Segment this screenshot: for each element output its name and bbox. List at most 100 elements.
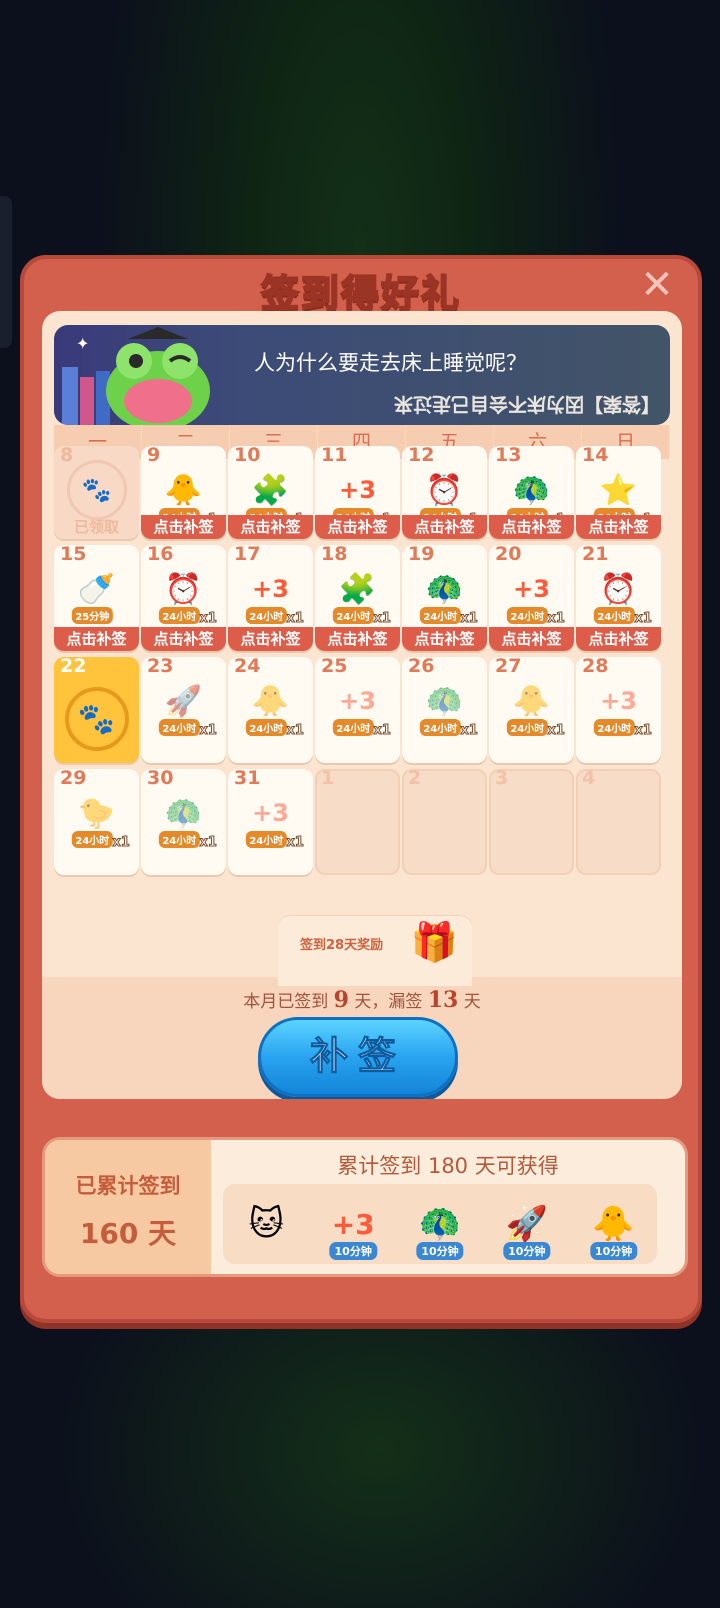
side-tab[interactable] bbox=[0, 196, 12, 348]
day-number: 11 bbox=[321, 446, 348, 466]
day-number: 14 bbox=[582, 446, 609, 466]
missed-count: 13 bbox=[427, 987, 459, 1013]
checkin-content: ✦ 人为什么要走去床上睡觉呢？ 【答案】因为床不会自己走过来 一二三四五六日 8… bbox=[42, 311, 682, 1099]
riddle-question: 人为什么要走去床上睡觉呢？ bbox=[254, 351, 527, 375]
checkin-dialog: 签到得好礼 ✕ ✦ 人为什么要走去床上睡觉呢？ 【答案】因为床不会自己走过来 一… bbox=[20, 255, 702, 1323]
day-number: 18 bbox=[321, 545, 348, 565]
day-cell-19[interactable]: 19 🦚 24小时 x1 点击补签 bbox=[402, 545, 487, 651]
day-cell-21[interactable]: 21 ⏰ 24小时 x1 点击补签 bbox=[576, 545, 661, 651]
duration-tag: 24小时 bbox=[332, 719, 375, 736]
duration-tag: 10分钟 bbox=[329, 1242, 377, 1260]
cumulative-reward-item: 🦚 10分钟 bbox=[405, 1188, 475, 1260]
makeup-day-button[interactable]: 点击补签 bbox=[402, 515, 487, 539]
day-number: 21 bbox=[582, 545, 609, 565]
cumulative-reward-item: +3 10分钟 bbox=[318, 1188, 388, 1260]
quantity-label: x1 bbox=[547, 723, 565, 739]
day-number: 28 bbox=[582, 657, 609, 677]
quantity-label: x1 bbox=[286, 723, 304, 739]
makeup-day-button[interactable]: 点击补签 bbox=[576, 627, 661, 651]
makeup-checkin-button[interactable]: 补签 bbox=[258, 1017, 458, 1097]
quantity-label: x1 bbox=[634, 723, 652, 739]
day-cell-10[interactable]: 10🧩24小时x1点击补签 bbox=[228, 446, 313, 539]
cumulative-reward-item: 🐱 bbox=[231, 1188, 301, 1260]
duration-tag: 10分钟 bbox=[503, 1242, 551, 1260]
duration-tag: 24小时 bbox=[506, 607, 549, 624]
cumulative-title: 累计签到 180 天可获得 bbox=[337, 1154, 559, 1178]
day-cell-31: 31 +3 24小时 x1 bbox=[228, 769, 313, 875]
day-cell-11[interactable]: 11+324小时x1点击补签 bbox=[315, 446, 400, 539]
makeup-day-button[interactable]: 点击补签 bbox=[489, 627, 574, 651]
duration-tag: 24小时 bbox=[245, 719, 288, 736]
day-number: 1 bbox=[321, 769, 335, 789]
claimed-label: 已领取 bbox=[73, 518, 119, 536]
cumulative-reward-list: 🐱 +3 10分钟 🦚 10分钟 🚀 10分钟 🐥 10分钟 bbox=[223, 1184, 657, 1264]
makeup-day-button[interactable]: 点击补签 bbox=[228, 627, 313, 651]
paw-stamp-icon: 🐾 bbox=[66, 460, 127, 520]
makeup-day-button[interactable]: 点击补签 bbox=[141, 627, 226, 651]
bonus-28-day-card[interactable]: 签到28天奖励 🎁 bbox=[278, 916, 472, 986]
day-cell-16[interactable]: 16 ⏰ 24小时 x1 点击补签 bbox=[141, 545, 226, 651]
quantity-label: x1 bbox=[460, 611, 478, 627]
makeup-day-button[interactable]: 点击补签 bbox=[54, 627, 139, 651]
day-number: 30 bbox=[147, 769, 174, 789]
day-number: 12 bbox=[408, 446, 435, 466]
quantity-label: x1 bbox=[199, 611, 217, 627]
dialog-title: 签到得好礼 bbox=[260, 270, 461, 317]
day-cell-25: 25 +3 24小时 x1 bbox=[315, 657, 400, 763]
makeup-day-button[interactable]: 点击补签 bbox=[228, 515, 313, 539]
makeup-day-button[interactable]: 点击补签 bbox=[315, 627, 400, 651]
day-number: 13 bbox=[495, 446, 522, 466]
day-number: 31 bbox=[234, 769, 261, 789]
day-number: 29 bbox=[60, 769, 87, 789]
day-number: 10 bbox=[234, 446, 261, 466]
duration-tag: 24小时 bbox=[419, 607, 462, 624]
gift-icon: 🎁 bbox=[410, 920, 458, 964]
duration-tag: 24小时 bbox=[419, 719, 462, 736]
day-cell-23: 23 🚀 24小时 x1 bbox=[141, 657, 226, 763]
duration-tag: 10分钟 bbox=[589, 1242, 638, 1260]
duration-tag: 24小时 bbox=[71, 831, 114, 848]
day-number: 24 bbox=[234, 657, 261, 677]
day-number: 20 bbox=[495, 545, 522, 565]
duration-tag: 24小时 bbox=[332, 607, 375, 624]
quantity-label: x1 bbox=[547, 611, 565, 627]
riddle-answer: 【答案】因为床不会自己走过来 bbox=[393, 393, 660, 415]
day-cell-17[interactable]: 17 +3 24小时 x1 点击补签 bbox=[228, 545, 313, 651]
bonus-label: 签到28天奖励 bbox=[300, 938, 384, 953]
quantity-label: x1 bbox=[286, 835, 304, 851]
close-icon[interactable]: ✕ bbox=[636, 265, 678, 307]
day-number: 22 bbox=[60, 657, 87, 677]
day-number: 23 bbox=[147, 657, 174, 677]
day-cell-15[interactable]: 15 🍼 25分钟 点击补签 bbox=[54, 545, 139, 651]
day-cell-18[interactable]: 18 🧩 24小时 x1 点击补签 bbox=[315, 545, 400, 651]
day-cell-30: 30 🦚 24小时 x1 bbox=[141, 769, 226, 875]
day-cell-13[interactable]: 13🦚24小时x1点击补签 bbox=[489, 446, 574, 539]
quantity-label: x1 bbox=[112, 835, 130, 851]
quantity-label: x1 bbox=[460, 723, 478, 739]
frog-mascot-icon: ✦ bbox=[62, 327, 210, 425]
duration-tag: 24小时 bbox=[245, 831, 288, 848]
paw-stamp-icon: 🐾 bbox=[64, 687, 129, 751]
day-cell-20[interactable]: 20 +3 24小时 x1 点击补签 bbox=[489, 545, 574, 651]
day-cell-14[interactable]: 14⭐24小时x1点击补签 bbox=[576, 446, 661, 539]
duration-tag: 24小时 bbox=[593, 719, 636, 736]
reward-item-icon: 🐥 bbox=[592, 1204, 635, 1244]
quantity-label: x1 bbox=[286, 611, 304, 627]
day-cell-12[interactable]: 12⏰24小时x1点击补签 bbox=[402, 446, 487, 539]
makeup-day-button[interactable]: 点击补签 bbox=[315, 515, 400, 539]
makeup-day-button[interactable]: 点击补签 bbox=[489, 515, 574, 539]
day-number: 25 bbox=[321, 657, 348, 677]
day-cell-9[interactable]: 9🐥24小时x1点击补签 bbox=[141, 446, 226, 539]
makeup-day-button[interactable]: 点击补签 bbox=[141, 515, 226, 539]
day-cell-26: 26 🦚 24小时 x1 bbox=[402, 657, 487, 763]
day-number: 27 bbox=[495, 657, 522, 677]
duration-tag: 24小时 bbox=[245, 607, 288, 624]
day-cell-27: 27 🐥 24小时 x1 bbox=[489, 657, 574, 763]
makeup-day-button[interactable]: 点击补签 bbox=[402, 627, 487, 651]
day-cell-22[interactable]: 22 🐾 bbox=[54, 657, 139, 763]
day-number: 17 bbox=[234, 545, 261, 565]
duration-tag: 24小时 bbox=[593, 607, 636, 624]
makeup-day-button[interactable]: 点击补签 bbox=[576, 515, 661, 539]
quantity-label: x1 bbox=[199, 835, 217, 851]
cumulative-value: 160 天 bbox=[79, 1217, 177, 1250]
